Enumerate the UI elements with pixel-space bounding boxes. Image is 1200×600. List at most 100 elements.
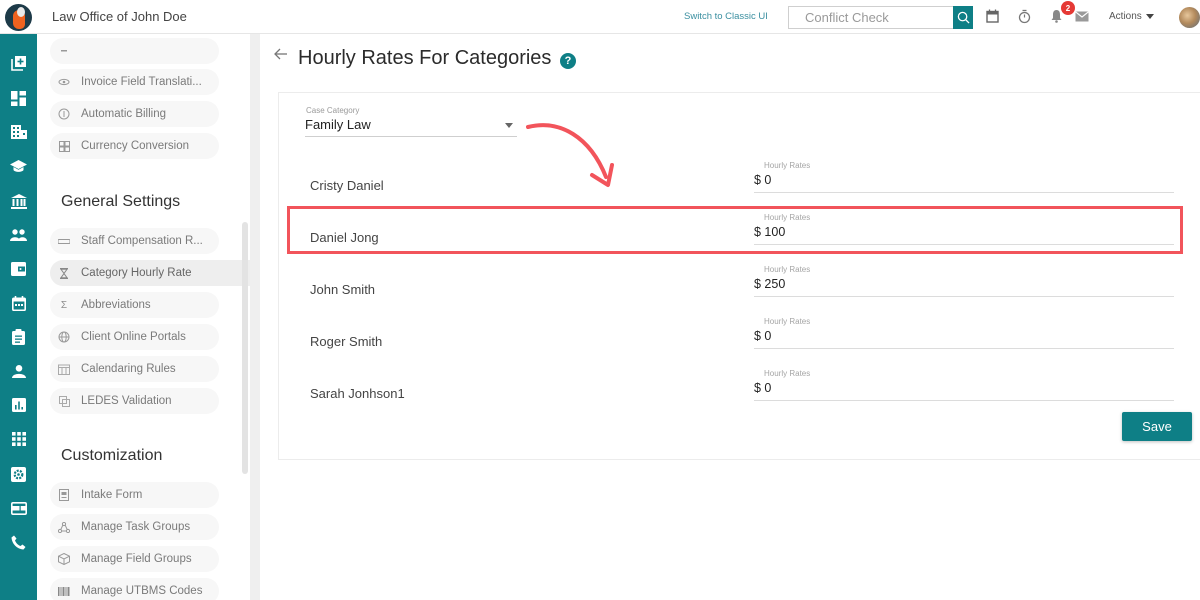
conflict-check-input[interactable] [789, 7, 953, 28]
rail-companies[interactable] [0, 120, 37, 144]
minus-icon [58, 50, 70, 52]
person-icon [11, 364, 26, 378]
nav-item-label: Manage Task Groups [81, 521, 191, 533]
nav-item-abbreviations[interactable]: Σ Abbreviations [50, 292, 219, 318]
hourly-rate-input[interactable]: Hourly Rates $ 0 [754, 369, 1174, 401]
phone-icon [11, 535, 26, 549]
user-avatar[interactable] [1179, 7, 1200, 28]
rail-add-matter[interactable] [0, 51, 37, 75]
logo-icon [5, 3, 32, 31]
sidebar-scrollbar[interactable] [242, 222, 248, 474]
rail-bank[interactable] [0, 189, 37, 213]
actions-menu[interactable]: Actions [1109, 11, 1154, 22]
settings-icon [11, 466, 26, 482]
settings-sidebar: Invoice Field Translati... Automatic Bil… [37, 34, 250, 600]
barcode-icon [58, 586, 70, 596]
nav-item-partial[interactable] [50, 38, 219, 64]
hourly-rate-label: Hourly Rates [764, 161, 811, 170]
nav-item-label: Invoice Field Translati... [81, 76, 202, 88]
help-icon[interactable]: ? [560, 53, 576, 69]
apps-grid-icon [11, 432, 26, 446]
rate-row: Cristy Daniel Hourly Rates $ 0 [279, 158, 1200, 210]
nav-item-label: Automatic Billing [81, 108, 167, 120]
form-icon [58, 489, 70, 501]
reports-icon [11, 398, 26, 412]
mail-icon [1075, 10, 1089, 21]
hourly-rate-value: $ 250 [754, 277, 786, 291]
nav-item-label: Abbreviations [81, 299, 151, 311]
nav-item-manage-task-groups[interactable]: Manage Task Groups [50, 514, 219, 540]
back-button[interactable] [274, 47, 288, 65]
staff-name: Cristy Daniel [310, 178, 384, 193]
rail-phone[interactable] [0, 530, 37, 554]
rail-settings[interactable] [0, 462, 37, 486]
rail-dashboard[interactable] [0, 86, 37, 110]
rail-contacts[interactable] [0, 223, 37, 247]
nav-item-client-online-portals[interactable]: Client Online Portals [50, 324, 219, 350]
clipboard-icon [12, 329, 25, 345]
actions-label: Actions [1109, 11, 1142, 22]
hourly-rate-input[interactable]: Hourly Rates $ 250 [754, 265, 1174, 297]
rate-row: Roger Smith Hourly Rates $ 0 [279, 314, 1200, 366]
rail-apps[interactable] [0, 427, 37, 451]
case-category-select[interactable]: Family Law [305, 115, 517, 137]
messages-button[interactable] [1074, 8, 1090, 24]
hourly-rate-value: $ 0 [754, 381, 772, 395]
nav-item-automatic-billing[interactable]: Automatic Billing [50, 101, 219, 127]
nav-item-label: Category Hourly Rate [81, 267, 192, 279]
nav-item-manage-utbms-codes[interactable]: Manage UTBMS Codes [50, 578, 219, 600]
staff-name: Sarah Jonhson1 [310, 386, 405, 401]
contacts-icon [10, 229, 27, 241]
arrow-left-icon [274, 48, 287, 60]
section-title-customization: Customization [61, 447, 163, 464]
hourly-rate-input[interactable]: Hourly Rates $ 0 [754, 161, 1174, 193]
dashboard-icon [11, 90, 26, 106]
rate-row: Sarah Jonhson1 Hourly Rates $ 0 [279, 366, 1200, 418]
hourly-rates-card: Case Category Family Law Cristy Daniel H… [278, 92, 1200, 460]
nav-item-ledes-validation[interactable]: LEDES Validation [50, 388, 219, 414]
cube-icon [58, 553, 70, 565]
add-matter-icon [10, 56, 26, 71]
nav-item-category-hourly-rate[interactable]: Category Hourly Rate [50, 260, 250, 286]
calendar-icon [985, 9, 999, 23]
rail-accounts[interactable] [0, 496, 37, 520]
nav-item-label: Manage UTBMS Codes [81, 585, 203, 597]
notification-badge: 2 [1061, 1, 1075, 15]
save-button[interactable]: Save [1122, 412, 1192, 441]
hourly-rate-label: Hourly Rates [764, 213, 811, 222]
top-header: Law Office of John Doe Switch to Classic… [0, 0, 1200, 34]
nav-item-manage-field-groups[interactable]: Manage Field Groups [50, 546, 219, 572]
nav-item-intake-form[interactable]: Intake Form [50, 482, 219, 508]
hourly-rate-input[interactable]: Hourly Rates $ 0 [754, 317, 1174, 349]
nav-item-calendaring-rules[interactable]: Calendaring Rules [50, 356, 219, 382]
nav-item-currency-conversion[interactable]: Currency Conversion [50, 133, 219, 159]
hourly-rate-value: $ 100 [754, 225, 786, 239]
rail-reports[interactable] [0, 393, 37, 417]
ledes-icon [58, 395, 70, 407]
rate-row: John Smith Hourly Rates $ 250 [279, 262, 1200, 314]
hourly-rate-input[interactable]: Hourly Rates $ 100 [754, 213, 1174, 245]
switch-to-classic-link[interactable]: Switch to Classic UI [684, 11, 768, 22]
timer-button[interactable] [1016, 8, 1032, 24]
app-logo[interactable] [0, 0, 37, 34]
rail-clients[interactable] [0, 359, 37, 383]
rail-tasks[interactable] [0, 325, 37, 349]
calendar-rules-icon [58, 364, 70, 375]
search-button[interactable] [953, 6, 973, 29]
company-icon [10, 125, 27, 139]
nav-item-label: Client Online Portals [81, 331, 186, 343]
rail-learning[interactable] [0, 154, 37, 178]
nav-item-staff-compensation[interactable]: Staff Compensation R... [50, 228, 219, 254]
calendar-button[interactable] [984, 8, 1000, 24]
case-category-value: Family Law [305, 117, 371, 132]
nav-item-label: Staff Compensation R... [81, 235, 203, 247]
staff-name: Daniel Jong [310, 230, 379, 245]
firm-name: Law Office of John Doe [52, 9, 187, 24]
rail-billing[interactable] [0, 257, 37, 281]
bank-icon [10, 193, 27, 209]
rail-calendar[interactable] [0, 291, 37, 315]
nav-item-invoice-field-translation[interactable]: Invoice Field Translati... [50, 69, 219, 95]
page-title: Hourly Rates For Categories [298, 47, 552, 69]
case-category-label: Case Category [306, 106, 360, 115]
divider [250, 34, 260, 600]
